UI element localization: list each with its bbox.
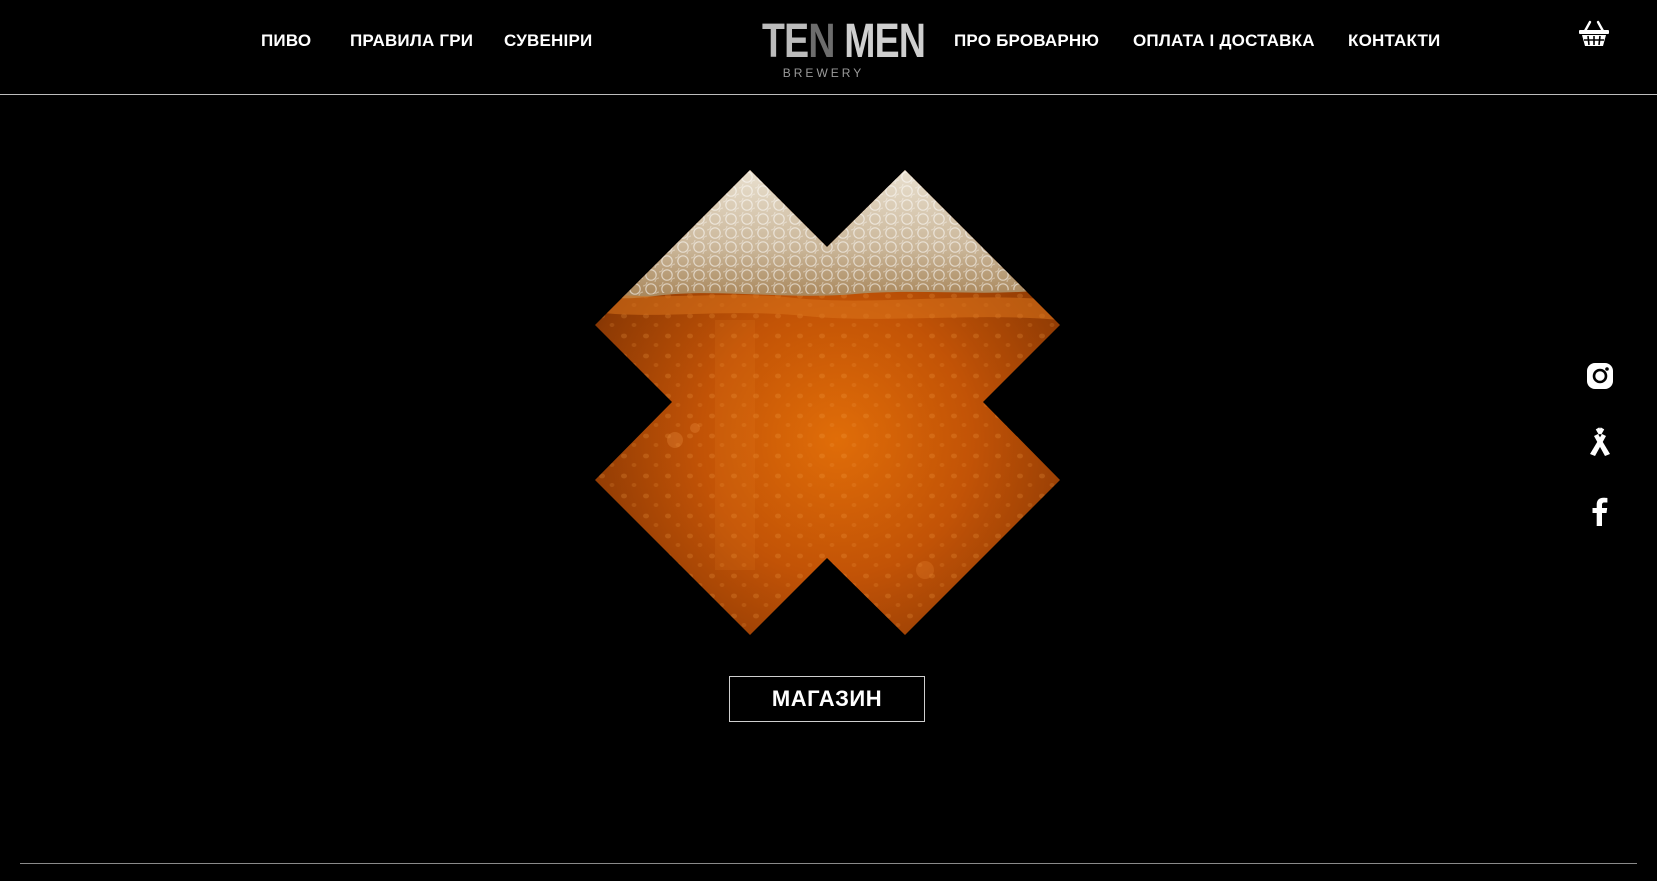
nav-souvenirs[interactable]: СУВЕНІРИ [504, 31, 592, 51]
logo-subtitle: BREWERY [782, 66, 865, 80]
logo-wordmark: TEN MEN [762, 15, 926, 68]
brand-logo[interactable]: TEN MEN BREWERY [745, 15, 926, 86]
facebook-icon[interactable] [1582, 493, 1618, 529]
basket-icon[interactable] [1578, 20, 1610, 48]
instagram-icon[interactable] [1582, 358, 1618, 394]
hero-beer-x-graphic [595, 170, 1060, 635]
site-header: ПИВО ПРАВИЛА ГРИ СУВЕНІРИ TEN MEN BREWER… [0, 0, 1657, 95]
footer-divider [20, 863, 1637, 864]
nav-about-brewery[interactable]: ПРО БРОВАРНЮ [954, 31, 1099, 51]
nav-game-rules[interactable]: ПРАВИЛА ГРИ [350, 31, 473, 51]
nav-beer[interactable]: ПИВО [261, 31, 311, 51]
untappd-icon[interactable] [1582, 424, 1618, 460]
page: ПИВО ПРАВИЛА ГРИ СУВЕНІРИ TEN MEN BREWER… [0, 0, 1657, 881]
nav-payment-delivery[interactable]: ОПЛАТА І ДОСТАВКА [1133, 31, 1315, 51]
nav-contacts[interactable]: КОНТАКТИ [1348, 31, 1440, 51]
shop-button[interactable]: МАГАЗИН [729, 676, 925, 722]
